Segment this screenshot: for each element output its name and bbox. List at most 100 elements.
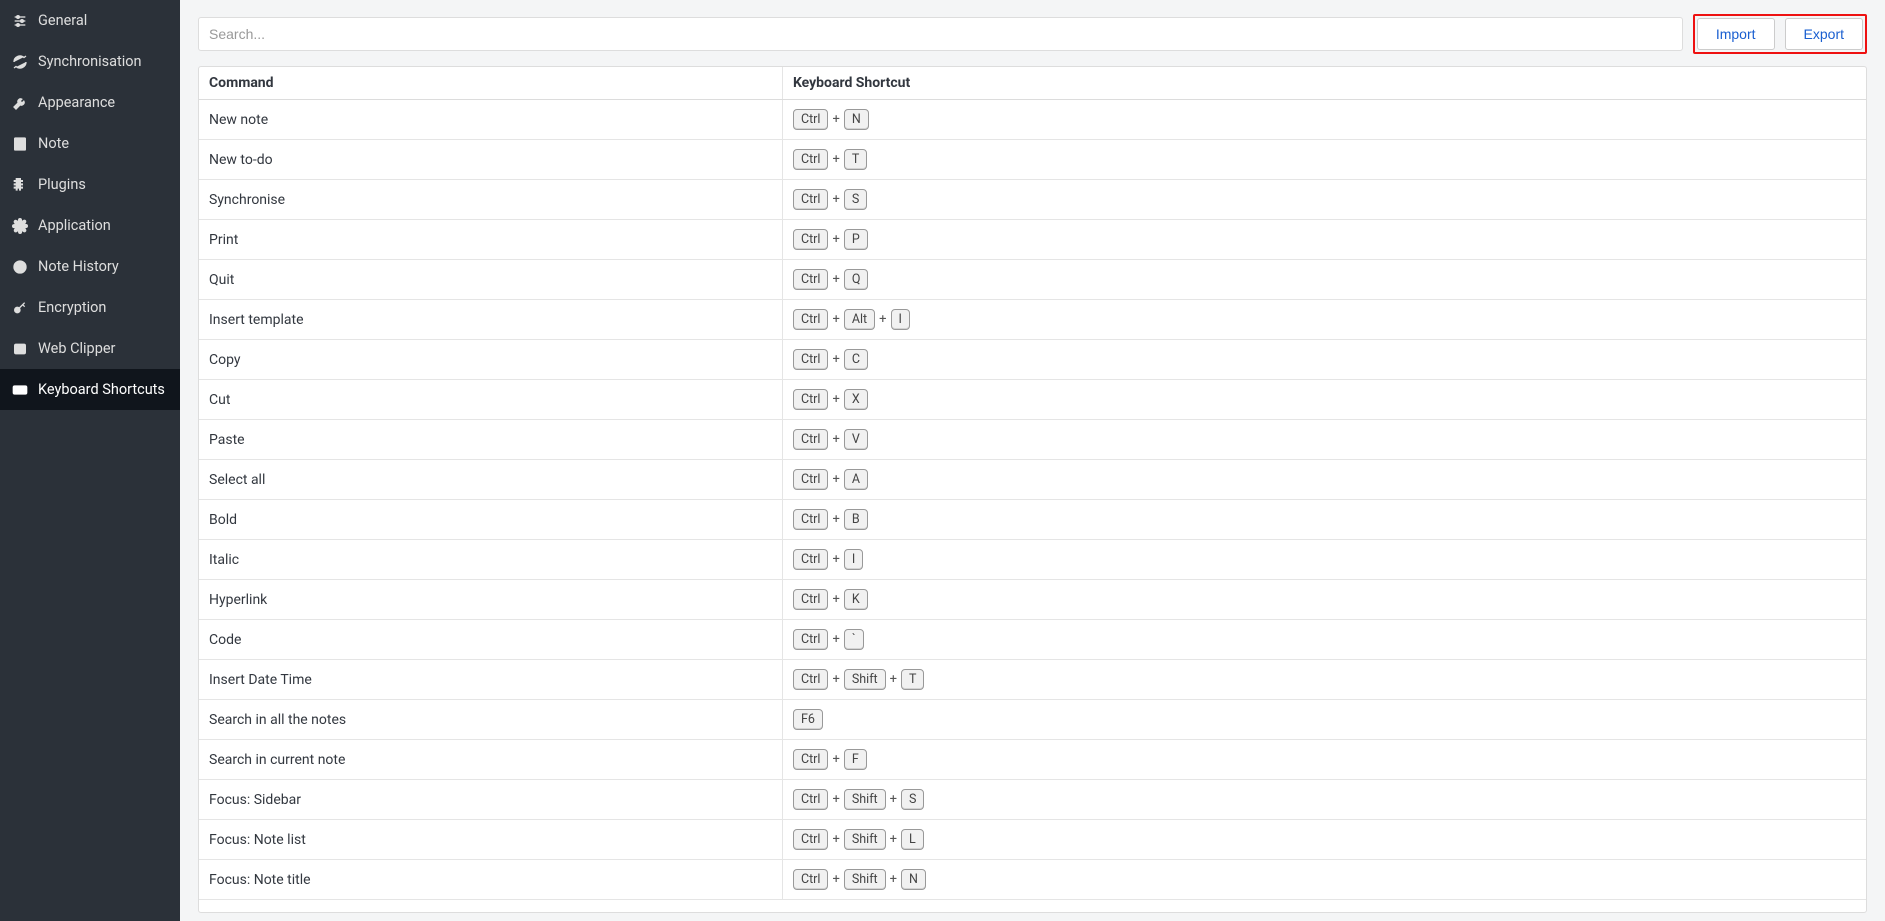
shortcuts-tbody: New noteCtrl+NNew to-doCtrl+TSynchronise… [199,100,1866,900]
command-cell: Cut [199,380,782,420]
table-row[interactable]: Insert Date TimeCtrl+Shift+T [199,660,1866,700]
key-badge: Ctrl [793,669,829,690]
plus-separator: + [832,752,839,767]
shortcut-cell[interactable]: Ctrl+Q [782,260,1866,300]
col-command: Command [199,67,782,100]
shortcut-cell[interactable]: Ctrl+P [782,220,1866,260]
key-badge: I [844,549,863,570]
table-row[interactable]: ItalicCtrl+I [199,540,1866,580]
plus-separator: + [832,392,839,407]
shortcut-cell[interactable]: Ctrl+Shift+S [782,780,1866,820]
table-row[interactable]: New noteCtrl+N [199,100,1866,140]
shortcuts-table: Command Keyboard Shortcut New noteCtrl+N… [199,67,1866,900]
shortcut-cell[interactable]: Ctrl+A [782,460,1866,500]
plus-separator: + [832,112,839,127]
table-row[interactable]: PrintCtrl+P [199,220,1866,260]
shortcut-cell[interactable]: Ctrl+Shift+T [782,660,1866,700]
command-cell: Synchronise [199,180,782,220]
key-badge: A [844,469,868,490]
sidebar-item-application[interactable]: Application [0,205,180,246]
sidebar: General Synchronisation AppearanceNote Plug… [0,0,180,921]
note-icon [12,136,28,152]
table-row[interactable]: QuitCtrl+Q [199,260,1866,300]
command-cell: Paste [199,420,782,460]
table-row[interactable]: PasteCtrl+V [199,420,1866,460]
shortcut-cell[interactable]: Ctrl+Shift+N [782,860,1866,900]
key-badge: Ctrl [793,469,829,490]
command-cell: Italic [199,540,782,580]
plus-separator: + [832,152,839,167]
sidebar-item-web-clipper[interactable]: Web Clipper [0,328,180,369]
shortcut-cell[interactable]: F6 [782,700,1866,740]
command-cell: Search in all the notes [199,700,782,740]
shortcut-cell[interactable]: Ctrl+Shift+L [782,820,1866,860]
shortcut-cell[interactable]: Ctrl+N [782,100,1866,140]
sidebar-item-encryption[interactable]: Encryption [0,287,180,328]
sidebar-item-note[interactable]: Note [0,123,180,164]
table-row[interactable]: Select allCtrl+A [199,460,1866,500]
plugin-icon [12,177,28,193]
command-cell: Quit [199,260,782,300]
main-content: Import Export Command Keyboard Shortcut … [180,0,1885,921]
table-row[interactable]: Insert templateCtrl+Alt+I [199,300,1866,340]
plus-separator: + [890,792,897,807]
sidebar-item-label: Note History [38,258,119,275]
toolbar: Import Export [180,0,1885,66]
sidebar-item-plugins[interactable]: Plugins [0,164,180,205]
import-export-highlight: Import Export [1693,14,1867,54]
table-row[interactable]: Focus: Note titleCtrl+Shift+N [199,860,1866,900]
export-button[interactable]: Export [1785,18,1863,50]
table-row[interactable]: New to-doCtrl+T [199,140,1866,180]
shortcut-cell[interactable]: Ctrl+C [782,340,1866,380]
plus-separator: + [832,512,839,527]
table-row[interactable]: Focus: SidebarCtrl+Shift+S [199,780,1866,820]
key-badge: Ctrl [793,109,829,130]
table-row[interactable]: HyperlinkCtrl+K [199,580,1866,620]
shortcut-cell[interactable]: Ctrl+K [782,580,1866,620]
sidebar-item-general[interactable]: General [0,0,180,41]
table-row[interactable]: CutCtrl+X [199,380,1866,420]
search-input[interactable] [198,17,1683,51]
sidebar-item-synchronisation[interactable]: Synchronisation [0,41,180,82]
shortcut-cell[interactable]: Ctrl+T [782,140,1866,180]
table-row[interactable]: Search in current noteCtrl+F [199,740,1866,780]
shortcut-cell[interactable]: Ctrl+I [782,540,1866,580]
command-cell: Copy [199,340,782,380]
plus-separator: + [832,352,839,367]
command-cell: Print [199,220,782,260]
import-button[interactable]: Import [1697,18,1775,50]
shortcut-cell[interactable]: Ctrl+` [782,620,1866,660]
sidebar-item-keyboard-shortcuts[interactable]: Keyboard Shortcuts [0,369,180,410]
sidebar-item-label: Plugins [38,176,86,193]
shortcut-cell[interactable]: Ctrl+S [782,180,1866,220]
key-badge: Ctrl [793,549,829,570]
key-badge: I [891,309,910,330]
sidebar-item-note-history[interactable]: Note History [0,246,180,287]
table-row[interactable]: CodeCtrl+` [199,620,1866,660]
shortcut-cell[interactable]: Ctrl+X [782,380,1866,420]
key-badge: L [901,829,924,850]
table-row[interactable]: CopyCtrl+C [199,340,1866,380]
key-badge: Alt [844,309,875,330]
shortcut-cell[interactable]: Ctrl+B [782,500,1866,540]
keyboard-icon [12,382,28,398]
plus-separator: + [890,672,897,687]
table-row[interactable]: Search in all the notes F6 [199,700,1866,740]
sidebar-item-appearance[interactable]: Appearance [0,82,180,123]
table-row[interactable]: BoldCtrl+B [199,500,1866,540]
plus-separator: + [879,312,886,327]
shortcut-cell[interactable]: Ctrl+F [782,740,1866,780]
sidebar-item-label: Encryption [38,299,106,316]
key-badge: Ctrl [793,189,829,210]
shortcuts-table-wrap[interactable]: Command Keyboard Shortcut New noteCtrl+N… [198,66,1867,913]
command-cell: Select all [199,460,782,500]
table-row[interactable]: Focus: Note listCtrl+Shift+L [199,820,1866,860]
key-badge: F6 [793,709,823,730]
shortcut-cell[interactable]: Ctrl+V [782,420,1866,460]
sidebar-item-label: Synchronisation [38,53,142,70]
command-cell: Insert template [199,300,782,340]
table-row[interactable]: SynchroniseCtrl+S [199,180,1866,220]
command-cell: Insert Date Time [199,660,782,700]
shortcut-cell[interactable]: Ctrl+Alt+I [782,300,1866,340]
key-badge: F [844,749,867,770]
